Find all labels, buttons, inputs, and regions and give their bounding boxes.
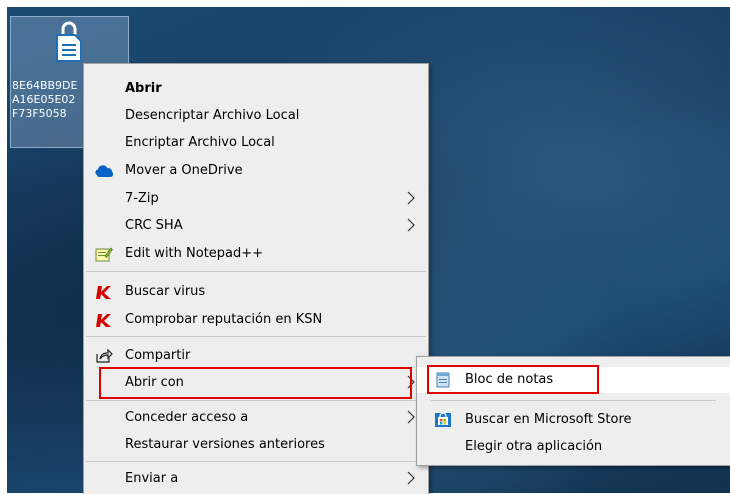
notepadpp-icon xyxy=(95,247,113,262)
chevron-right-icon xyxy=(407,471,415,485)
menu-item-restore-versions[interactable]: Restaurar versiones anteriores xyxy=(84,432,428,458)
highlight-open-with xyxy=(99,367,412,399)
kaspersky-icon xyxy=(96,286,111,299)
share-icon xyxy=(96,348,113,363)
menu-item-move-onedrive[interactable]: Mover a OneDrive xyxy=(84,158,428,184)
menu-item-decrypt-local[interactable]: Desencriptar Archivo Local xyxy=(84,103,428,129)
menu-item-share[interactable]: Compartir xyxy=(84,343,428,369)
menu-separator xyxy=(86,271,426,272)
store-icon xyxy=(435,412,451,427)
menu-item-send-to[interactable]: Enviar a xyxy=(84,466,428,492)
menu-separator xyxy=(431,400,716,401)
chevron-right-icon xyxy=(407,410,415,424)
menu-item-scan-virus[interactable]: Buscar virus xyxy=(84,279,428,305)
menu-item-crc-sha[interactable]: CRC SHA xyxy=(84,213,428,239)
menu-separator xyxy=(86,336,426,337)
highlight-notepad xyxy=(427,365,599,394)
menu-separator xyxy=(86,461,426,462)
submenu-item-microsoft-store[interactable]: Buscar en Microsoft Store xyxy=(417,407,730,433)
chevron-right-icon xyxy=(407,218,415,232)
menu-item-7zip[interactable]: 7-Zip xyxy=(84,186,428,212)
chevron-right-icon xyxy=(407,191,415,205)
menu-item-ksn-reputation[interactable]: Comprobar reputación en KSN xyxy=(84,307,428,333)
context-menu: Abrir Desencriptar Archivo Local Encript… xyxy=(83,63,429,494)
onedrive-icon xyxy=(95,165,113,177)
kaspersky-icon xyxy=(96,314,111,327)
menu-item-encrypt-local[interactable]: Encriptar Archivo Local xyxy=(84,130,428,156)
menu-item-open[interactable]: Abrir xyxy=(84,76,428,102)
menu-separator xyxy=(86,400,426,401)
submenu-item-choose-other-app[interactable]: Elegir otra aplicación xyxy=(417,434,730,460)
open-with-submenu: Bloc de notas Buscar en Microsoft Store … xyxy=(416,356,730,466)
locked-document-icon xyxy=(56,21,82,62)
menu-item-edit-notepadpp[interactable]: Edit with Notepad++ xyxy=(84,241,428,267)
menu-item-grant-access[interactable]: Conceder acceso a xyxy=(84,405,428,431)
